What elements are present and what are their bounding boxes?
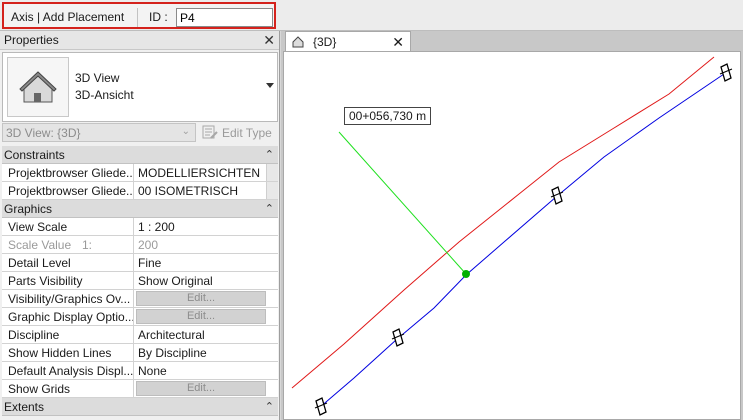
- properties-panel: Properties ✕ 3D View 3D-Ansicht 3D View:…: [0, 31, 280, 420]
- property-name: Show Hidden Lines: [2, 344, 134, 361]
- house-icon: [7, 57, 69, 117]
- property-value[interactable]: 1 : 200: [135, 218, 265, 235]
- property-row[interactable]: Graphic Display Optio... Edit...: [2, 308, 278, 326]
- chevron-down-icon[interactable]: [266, 83, 274, 88]
- property-row[interactable]: Show Hidden Lines By Discipline: [2, 344, 278, 362]
- property-row[interactable]: Default Analysis Displ... None: [2, 362, 278, 380]
- property-value[interactable]: 00 ISOMETRISCH: [135, 182, 265, 199]
- properties-header: Properties ✕: [0, 31, 279, 50]
- property-row[interactable]: Projektbrowser Gliede... MODELLIERSICHTE…: [2, 164, 278, 182]
- property-value: 200: [138, 238, 159, 252]
- property-name: Scale Value: [2, 236, 134, 253]
- edit-button[interactable]: Edit...: [136, 309, 266, 324]
- group-constraints[interactable]: Constraints ⌃: [2, 146, 278, 164]
- type-name: 3D View: [75, 71, 120, 85]
- command-label: Axis | Add Placement: [11, 10, 125, 24]
- property-name: Projektbrowser Gliede...: [2, 164, 134, 181]
- property-value[interactable]: Architectural: [135, 326, 265, 343]
- properties-grid: Constraints ⌃ Projektbrowser Gliede... M…: [2, 146, 278, 416]
- placement-marker[interactable]: [719, 63, 733, 82]
- tab-label: {3D}: [313, 35, 337, 49]
- options-separator: [137, 8, 138, 27]
- station-leader-line: [338, 131, 467, 275]
- edit-button[interactable]: Edit...: [136, 381, 266, 396]
- chevron-down-icon: ⌄: [181, 126, 190, 137]
- scale-ratio-label: 1:: [82, 238, 93, 252]
- edit-button[interactable]: Edit...: [136, 291, 266, 306]
- property-name: Projektbrowser Gliede...: [2, 182, 134, 199]
- edit-type-icon: [202, 125, 218, 139]
- property-value[interactable]: None: [135, 362, 265, 379]
- close-icon[interactable]: ✕: [263, 31, 275, 49]
- type-selector[interactable]: 3D View 3D-Ansicht: [2, 52, 278, 122]
- tab-3d[interactable]: {3D} ✕: [285, 31, 411, 51]
- property-name: Discipline: [2, 326, 134, 343]
- property-row[interactable]: Projektbrowser Gliede... 00 ISOMETRISCH: [2, 182, 278, 200]
- options-bar: Axis | Add Placement ID :: [0, 0, 743, 31]
- property-name: Graphic Display Optio...: [2, 308, 134, 325]
- station-point[interactable]: [462, 270, 470, 278]
- properties-title: Properties: [4, 33, 59, 47]
- placement-marker[interactable]: [550, 186, 564, 205]
- close-icon[interactable]: ✕: [392, 33, 404, 51]
- id-input[interactable]: [176, 8, 273, 27]
- scrollbar[interactable]: [266, 164, 278, 181]
- edit-type-button[interactable]: Edit Type: [200, 124, 278, 142]
- property-value[interactable]: Show Original: [135, 272, 265, 289]
- property-row[interactable]: Detail Level Fine: [2, 254, 278, 272]
- property-name: View Scale: [2, 218, 134, 235]
- property-row[interactable]: Visibility/Graphics Ov... Edit...: [2, 290, 278, 308]
- property-name: Show Grids: [2, 380, 134, 397]
- house-icon: [292, 36, 304, 48]
- property-value[interactable]: Fine: [135, 254, 265, 271]
- group-extents[interactable]: Extents ⌃: [2, 398, 278, 416]
- view-instance-select[interactable]: 3D View: {3D} ⌄: [2, 123, 196, 142]
- scrollbar[interactable]: [266, 182, 278, 199]
- property-row[interactable]: View Scale 1 : 200: [2, 218, 278, 236]
- property-row[interactable]: Show Grids Edit...: [2, 380, 278, 398]
- property-name: Detail Level: [2, 254, 134, 271]
- property-name: Visibility/Graphics Ov...: [2, 290, 134, 307]
- id-label: ID :: [149, 10, 168, 24]
- collapse-icon[interactable]: ⌃: [265, 398, 274, 416]
- placement-marker[interactable]: [391, 328, 405, 347]
- options-bar-highlight: Axis | Add Placement ID :: [2, 2, 276, 29]
- property-name: Default Analysis Displ...: [2, 362, 134, 379]
- edit-type-label: Edit Type: [222, 126, 272, 140]
- station-label: 00+056,730 m: [344, 107, 432, 125]
- property-row[interactable]: Discipline Architectural: [2, 326, 278, 344]
- group-graphics[interactable]: Graphics ⌃: [2, 200, 278, 218]
- drawing-canvas[interactable]: 00+056,730 m: [283, 51, 741, 420]
- placement-marker[interactable]: [314, 397, 328, 416]
- collapse-icon[interactable]: ⌃: [265, 200, 274, 218]
- collapse-icon[interactable]: ⌃: [265, 146, 274, 164]
- property-value[interactable]: MODELLIERSICHTEN: [135, 164, 265, 181]
- property-row: Scale Value 1: 200: [2, 236, 278, 254]
- view-area: {3D} ✕ 00+056,730 m: [281, 31, 743, 420]
- view-instance-value: 3D View: {3D}: [6, 126, 81, 140]
- property-row[interactable]: Parts Visibility Show Original: [2, 272, 278, 290]
- property-value[interactable]: By Discipline: [135, 344, 265, 361]
- type-subname: 3D-Ansicht: [75, 88, 134, 102]
- property-name: Parts Visibility: [2, 272, 134, 289]
